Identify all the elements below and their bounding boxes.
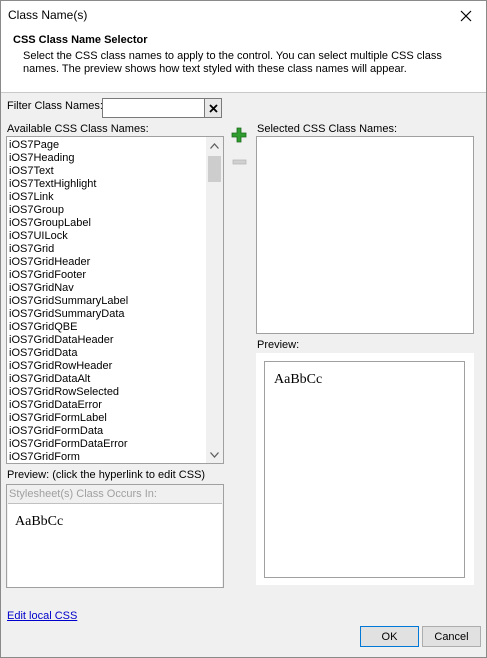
window-title: Class Name(s) bbox=[8, 8, 88, 22]
list-item[interactable]: iOS7GridNav bbox=[9, 282, 128, 295]
available-class-items: iOS7Page iOS7Heading iOS7Text iOS7TextHi… bbox=[9, 139, 128, 463]
header-title: CSS Class Name Selector bbox=[13, 34, 148, 46]
available-class-list[interactable]: iOS7Page iOS7Heading iOS7Text iOS7TextHi… bbox=[6, 136, 224, 464]
list-item[interactable]: iOS7GridDataError bbox=[9, 399, 128, 412]
list-item[interactable]: iOS7TextHighlight bbox=[9, 178, 128, 191]
list-item[interactable]: iOS7GridForm bbox=[9, 451, 128, 463]
filter-label: Filter Class Names: bbox=[7, 100, 103, 112]
list-item[interactable]: iOS7Grid bbox=[9, 243, 128, 256]
preview-left-label: Preview: (click the hyperlink to edit CS… bbox=[7, 469, 206, 481]
list-item[interactable]: iOS7GridHeader bbox=[9, 256, 128, 269]
edit-local-css-link[interactable]: Edit local CSS bbox=[7, 610, 77, 622]
clear-x-icon bbox=[208, 103, 218, 113]
available-label: Available CSS Class Names: bbox=[7, 123, 149, 135]
dialog-window: Class Name(s) CSS Class Name Selector Se… bbox=[0, 0, 487, 658]
list-item[interactable]: iOS7Heading bbox=[9, 152, 128, 165]
list-item[interactable]: iOS7GridData bbox=[9, 347, 128, 360]
list-item[interactable]: iOS7GridSummaryLabel bbox=[9, 295, 128, 308]
add-class-button[interactable] bbox=[231, 127, 247, 143]
list-item[interactable]: iOS7Group bbox=[9, 204, 128, 217]
list-item[interactable]: iOS7Page bbox=[9, 139, 128, 152]
scroll-down-button[interactable] bbox=[206, 446, 223, 463]
list-item[interactable]: iOS7GridFormData bbox=[9, 425, 128, 438]
chevron-up-icon bbox=[210, 142, 219, 149]
list-item[interactable]: iOS7Link bbox=[9, 191, 128, 204]
list-item[interactable]: iOS7GridFormDataError bbox=[9, 438, 128, 451]
preview-right-box: AaBbCc bbox=[264, 361, 465, 578]
list-item[interactable]: iOS7GridSummaryData bbox=[9, 308, 128, 321]
preview-left-sample: AaBbCc bbox=[15, 514, 64, 529]
selected-class-list[interactable] bbox=[256, 136, 474, 334]
minus-icon bbox=[232, 159, 247, 165]
cancel-button[interactable]: Cancel bbox=[422, 626, 481, 647]
list-item[interactable]: iOS7GridQBE bbox=[9, 321, 128, 334]
preview-left-box: AaBbCc bbox=[8, 503, 222, 587]
list-item[interactable]: iOS7GridRowHeader bbox=[9, 360, 128, 373]
list-item[interactable]: iOS7GridDataAlt bbox=[9, 373, 128, 386]
filter-input[interactable] bbox=[102, 98, 205, 118]
ok-button[interactable]: OK bbox=[360, 626, 419, 647]
vertical-scrollbar[interactable] bbox=[206, 137, 223, 463]
close-button[interactable] bbox=[446, 1, 486, 31]
list-item[interactable]: iOS7UILock bbox=[9, 230, 128, 243]
list-item[interactable]: iOS7GridFooter bbox=[9, 269, 128, 282]
list-item[interactable]: iOS7GridDataHeader bbox=[9, 334, 128, 347]
preview-right-label: Preview: bbox=[257, 339, 300, 351]
header-description: Select the CSS class names to apply to t… bbox=[23, 50, 442, 75]
remove-class-button[interactable] bbox=[232, 157, 247, 167]
dialog-header: CSS Class Name Selector Select the CSS c… bbox=[1, 31, 486, 93]
selected-label: Selected CSS Class Names: bbox=[257, 123, 397, 135]
title-bar: Class Name(s) bbox=[1, 1, 486, 31]
filter-clear-button[interactable] bbox=[204, 98, 222, 118]
scroll-up-button[interactable] bbox=[206, 137, 223, 154]
preview-right-sample: AaBbCc bbox=[274, 372, 323, 387]
chevron-down-icon bbox=[210, 451, 219, 458]
list-item[interactable]: iOS7Text bbox=[9, 165, 128, 178]
close-icon bbox=[460, 10, 472, 22]
scroll-thumb[interactable] bbox=[208, 156, 221, 182]
list-item[interactable]: iOS7GridFormLabel bbox=[9, 412, 128, 425]
list-item[interactable]: iOS7GroupLabel bbox=[9, 217, 128, 230]
list-item[interactable]: iOS7GridRowSelected bbox=[9, 386, 128, 399]
stylesheet-occurs-label: Stylesheet(s) Class Occurs In: bbox=[9, 488, 157, 500]
plus-icon bbox=[231, 127, 247, 143]
